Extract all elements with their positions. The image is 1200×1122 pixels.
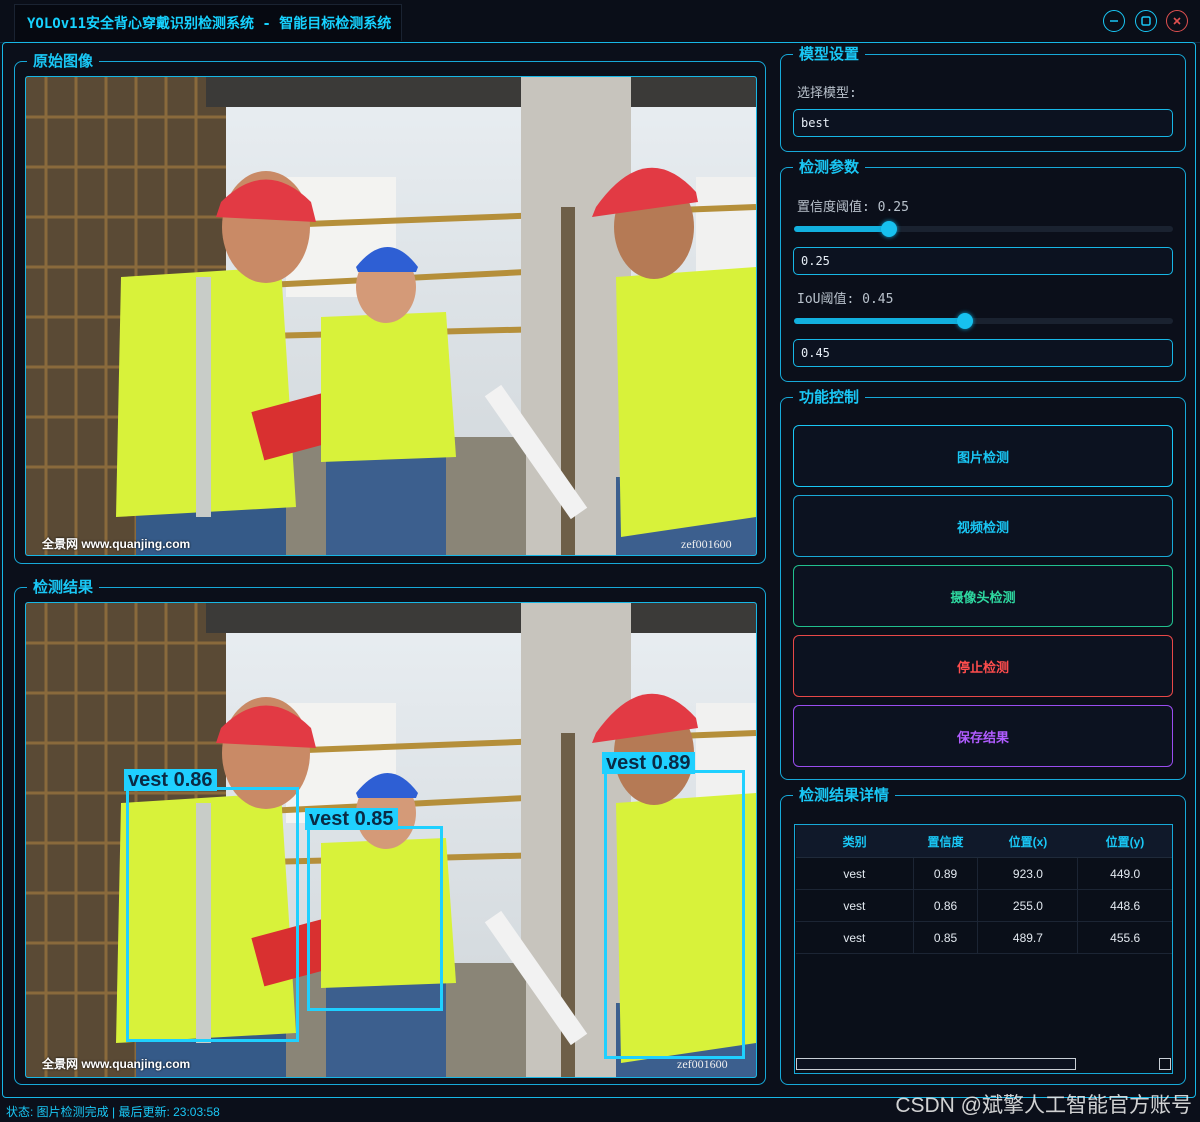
title-bar: YOLOv11安全背心穿戴识别检测系统 - 智能目标检测系统	[0, 0, 1200, 43]
save-result-button[interactable]: 保存结果	[793, 705, 1173, 767]
model-settings-panel: 模型设置	[780, 45, 1186, 152]
table-row[interactable]: vest 0.86 255.0 448.6	[796, 889, 1172, 922]
status-bar: 状态: 图片检测完成 | 最后更新: 23:03:58	[6, 1105, 220, 1119]
model-select[interactable]: best	[793, 109, 1173, 137]
window-title: YOLOv11安全背心穿戴识别检测系统 - 智能目标检测系统	[14, 4, 403, 41]
column-header-x[interactable]: 位置(x)	[977, 825, 1078, 858]
image-code: zef001600	[681, 537, 732, 551]
detection-label: vest 0.85	[305, 808, 398, 830]
cell-x: 923.0	[977, 857, 1079, 890]
iou-slider-fill	[794, 318, 965, 324]
detection-result-title: 检测结果	[27, 578, 100, 596]
image-detect-button[interactable]: 图片检测	[793, 425, 1173, 487]
detection-details-title: 检测结果详情	[793, 786, 896, 804]
detection-box	[604, 770, 745, 1059]
iou-slider[interactable]	[794, 313, 1173, 329]
confidence-slider[interactable]	[794, 221, 1173, 237]
maximize-button[interactable]	[1135, 10, 1157, 32]
close-button[interactable]	[1166, 10, 1188, 32]
confidence-label: 置信度阈值: 0.25	[797, 200, 909, 215]
iou-input[interactable]: 0.45	[793, 339, 1173, 367]
image-credit: 全景网 www.quanjing.com	[42, 1057, 191, 1071]
confidence-slider-handle[interactable]	[880, 221, 897, 237]
model-select-label: 选择模型:	[797, 86, 857, 101]
cell-confidence: 0.89	[913, 857, 979, 890]
watermark: CSDN @斌擎人工智能官方账号	[895, 1094, 1192, 1117]
cell-y: 448.6	[1077, 889, 1172, 922]
horizontal-scrollbar[interactable]	[796, 1058, 1076, 1070]
detection-label: vest 0.86	[124, 769, 217, 791]
video-detect-button[interactable]: 视频检测	[793, 495, 1173, 557]
cell-confidence: 0.85	[913, 921, 979, 954]
cell-x: 255.0	[977, 889, 1079, 922]
cell-y: 455.6	[1077, 921, 1172, 954]
image-code: zef001600	[677, 1057, 728, 1071]
cell-class: vest	[796, 889, 914, 922]
table-header-row: 类别 置信度 位置(x) 位置(y)	[796, 825, 1172, 858]
result-image: vest 0.86 vest 0.85 vest 0.89 全景网 www.qu…	[25, 602, 757, 1078]
column-header-y[interactable]: 位置(y)	[1077, 825, 1172, 858]
detection-box	[307, 826, 443, 1011]
detection-label: vest 0.89	[602, 752, 695, 774]
iou-slider-handle[interactable]	[956, 313, 973, 329]
cell-class: vest	[796, 921, 914, 954]
minimize-button[interactable]	[1103, 10, 1125, 32]
cell-y: 449.0	[1077, 857, 1172, 890]
original-image: 全景网 www.quanjing.com zef001600	[25, 76, 757, 556]
image-credit: 全景网 www.quanjing.com	[42, 537, 191, 551]
model-settings-title: 模型设置	[793, 45, 866, 63]
scrollbar-corner	[1159, 1058, 1171, 1070]
original-image-title: 原始图像	[27, 52, 100, 70]
construction-scene-image	[26, 77, 756, 555]
column-header-class[interactable]: 类别	[796, 825, 914, 858]
camera-detect-button[interactable]: 摄像头检测	[793, 565, 1173, 627]
minimize-icon	[1110, 20, 1118, 22]
column-header-confidence[interactable]: 置信度	[913, 825, 978, 858]
maximize-icon	[1141, 16, 1151, 26]
results-table: 类别 置信度 位置(x) 位置(y) vest 0.89 923.0 449.0…	[796, 825, 1172, 954]
detection-params-title: 检测参数	[793, 158, 866, 176]
confidence-input[interactable]: 0.25	[793, 247, 1173, 275]
iou-label: IoU阈值: 0.45	[797, 292, 894, 307]
close-icon	[1173, 17, 1181, 25]
detection-box	[126, 787, 299, 1042]
cell-confidence: 0.86	[913, 889, 979, 922]
stop-detect-button[interactable]: 停止检测	[793, 635, 1173, 697]
cell-class: vest	[796, 857, 914, 890]
table-row[interactable]: vest 0.89 923.0 449.0	[796, 857, 1172, 890]
confidence-slider-fill	[794, 226, 889, 232]
function-control-title: 功能控制	[793, 388, 866, 406]
table-row[interactable]: vest 0.85 489.7 455.6	[796, 921, 1172, 954]
cell-x: 489.7	[977, 921, 1079, 954]
